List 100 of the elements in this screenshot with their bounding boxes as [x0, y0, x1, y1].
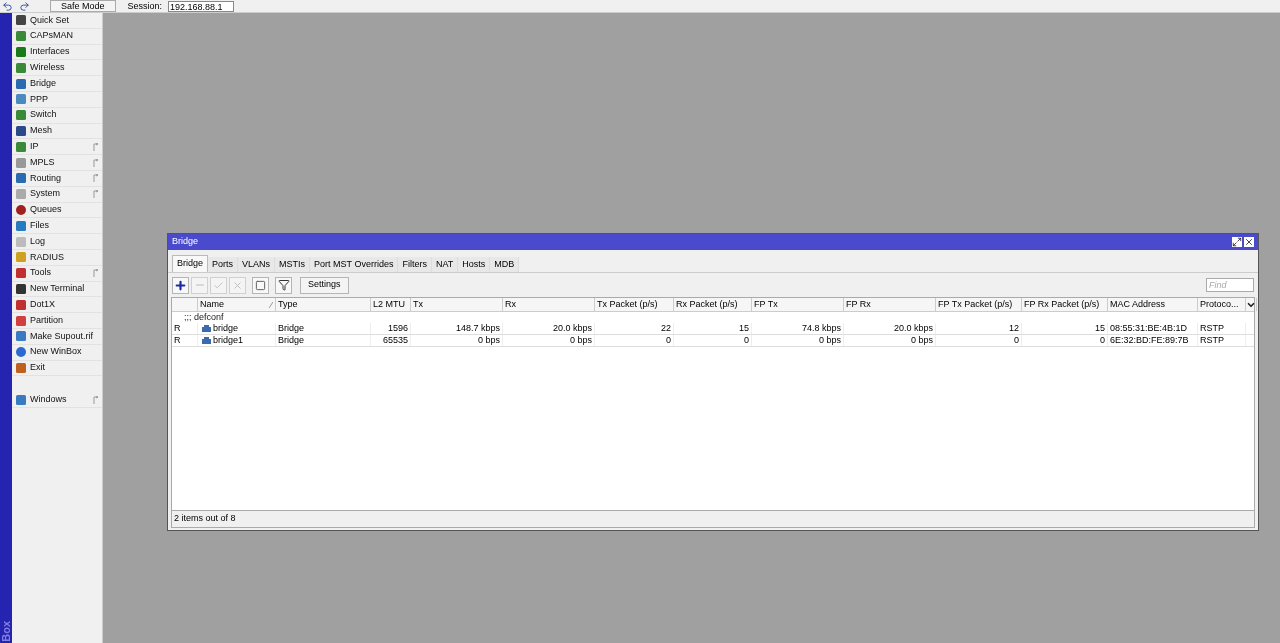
menu-item[interactable]: Routing	[12, 170, 102, 187]
tab[interactable]: Hosts	[458, 257, 491, 272]
column-header[interactable]: L2 MTU	[371, 298, 411, 311]
menu-icon	[15, 93, 27, 106]
menu-item[interactable]: Windows	[12, 392, 102, 409]
menu-item[interactable]: MPLS	[12, 155, 102, 171]
table-cell-text: 22	[661, 321, 671, 335]
menu-item[interactable]: Interfaces	[12, 44, 102, 61]
menu-item[interactable]: Exit	[12, 360, 102, 377]
table-row[interactable]: R bridge Bridge 1596 148.7 kbps 20.0 kbps 22 15 74.8 kbps 20.0 kbps 12 15 08:55:31:BE:4B:1D RSTP	[172, 323, 1254, 335]
tab[interactable]: VLANs	[238, 257, 276, 272]
table-cell-text: bridge	[213, 321, 239, 335]
menu-item[interactable]: Dot1X	[12, 297, 102, 314]
table-cell-text: R	[174, 321, 181, 335]
maximize-icon[interactable]	[1232, 237, 1242, 247]
menu-item[interactable]: CAPsMAN	[12, 28, 102, 45]
tab[interactable]: Port MST Overrides	[310, 257, 399, 272]
column-header[interactable]: Rx Packet (p/s)	[674, 298, 752, 311]
menu-item[interactable]: RADIUS	[12, 249, 102, 266]
column-header[interactable]: MAC Address	[1108, 298, 1198, 311]
column-header[interactable]: Tx Packet (p/s)	[595, 298, 674, 311]
cross-icon	[232, 279, 243, 291]
table-cell-text: 12	[1009, 321, 1019, 335]
column-header[interactable]: Type	[276, 298, 371, 311]
window-title: Bridge	[172, 235, 199, 249]
table-cell-text: 74.8 kbps	[801, 321, 841, 335]
menu-icon	[15, 298, 27, 311]
menu-item[interactable]: New Terminal	[12, 281, 102, 298]
menu-icon	[15, 346, 27, 359]
filter-button[interactable]	[275, 276, 292, 294]
table-cell-text: 20.0 kbps	[893, 321, 933, 335]
menu-item[interactable]: Wireless	[12, 60, 102, 77]
close-icon[interactable]	[1244, 237, 1254, 247]
menu-item[interactable]: Quick Set	[12, 13, 102, 29]
table-row[interactable]: R bridge1 Bridge 65535 0 bps 0 bps 0 0 0 bps 0 bps 0 0 6E:32:BD:FE:89:7B RSTP	[172, 335, 1254, 347]
menu-item[interactable]: Queues	[12, 202, 102, 219]
menu-icon	[15, 61, 27, 74]
menu-icon	[15, 330, 27, 343]
column-header[interactable]: FP Tx	[752, 298, 844, 311]
menu-icon	[15, 267, 27, 280]
comment-button[interactable]	[252, 276, 269, 294]
table-cell-text: bridge1	[213, 333, 244, 347]
safe-mode-button[interactable]: Safe Mode	[50, 0, 116, 12]
column-header[interactable]: Protoco...	[1198, 298, 1246, 311]
menu-item[interactable]: Make Supout.rif	[12, 328, 102, 345]
menu-icon	[15, 77, 27, 90]
table-cell-text: 0 bps	[569, 333, 592, 347]
menu-item[interactable]: IP	[12, 139, 102, 156]
check-icon	[213, 279, 224, 291]
table-cell-text: R	[174, 333, 181, 347]
menu-item[interactable]: Partition	[12, 313, 102, 329]
table-cell-text: 148.7 kbps	[455, 321, 500, 335]
sort-icon	[269, 301, 273, 308]
menu-item[interactable]: Switch	[12, 107, 102, 124]
column-header[interactable]: Tx	[411, 298, 503, 311]
menu-icon	[15, 314, 27, 327]
session-field[interactable]: 192.168.88.1	[168, 1, 235, 12]
column-header[interactable]: FP Rx Packet (p/s)	[1022, 298, 1108, 311]
tab[interactable]: Bridge	[172, 255, 208, 272]
settings-button[interactable]: Settings	[300, 276, 349, 294]
find-field[interactable]: Find	[1206, 278, 1254, 292]
add-icon	[174, 278, 187, 292]
menu-item[interactable]: Mesh	[12, 123, 102, 140]
comment-text: ;;; defconf	[184, 310, 224, 324]
menu-item[interactable]: Files	[12, 218, 102, 235]
column-header[interactable]: FP Rx	[844, 298, 936, 311]
tab[interactable]: Ports	[208, 257, 239, 272]
tab[interactable]: Filters	[398, 257, 432, 272]
menu-icon	[15, 219, 27, 232]
table-cell-text: 08:55:31:BE:4B:1D	[1110, 321, 1188, 335]
add-button[interactable]	[172, 276, 189, 294]
menu-item[interactable]: New WinBox	[12, 344, 102, 361]
menu-item[interactable]: Tools	[12, 265, 102, 282]
table-cell-text: 6E:32:BD:FE:89:7B	[1110, 333, 1189, 347]
tab[interactable]: MSTIs	[275, 257, 311, 272]
redo-icon[interactable]	[19, 1, 30, 12]
menu-icon	[15, 30, 27, 43]
table-cell-text: 0	[666, 333, 671, 347]
menu-item[interactable]: Bridge	[12, 76, 102, 92]
column-menu-button[interactable]	[1246, 298, 1257, 311]
menu-item[interactable]: Log	[12, 234, 102, 250]
tab[interactable]: MDB	[490, 257, 520, 272]
column-header[interactable]: Rx	[503, 298, 595, 311]
menu-icon	[15, 203, 27, 216]
menu-item[interactable]: System	[12, 186, 102, 203]
table-cell-text: Bridge	[278, 333, 304, 347]
menu-icon	[15, 393, 27, 406]
column-header[interactable]: Name	[198, 298, 276, 311]
menu-item[interactable]: PPP	[12, 92, 102, 108]
column-header[interactable]: FP Tx Packet (p/s)	[936, 298, 1022, 311]
table-cell-text: 0	[744, 333, 749, 347]
table-cell-text: 15	[739, 321, 749, 335]
undo-icon[interactable]	[2, 1, 13, 12]
filter-icon	[277, 279, 290, 291]
status-text: 2 items out of 8	[174, 512, 236, 526]
session-label: Session:	[127, 1, 163, 12]
menu-icon	[15, 14, 27, 27]
table-cell-text: 0	[1014, 333, 1019, 347]
tab[interactable]: NAT	[431, 257, 459, 272]
interface-icon	[202, 337, 211, 344]
